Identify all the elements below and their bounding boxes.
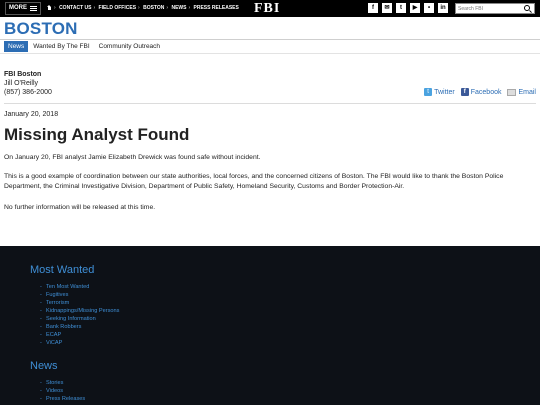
tab-news[interactable]: News [4, 41, 29, 52]
footer-link[interactable]: Terrorism [40, 299, 119, 307]
tab-community-outreach[interactable]: Community Outreach [95, 41, 164, 52]
search-box [455, 3, 535, 14]
footer-link[interactable]: ECAP [40, 331, 119, 339]
share-email-link[interactable]: Email [507, 88, 536, 96]
share-twitter-link[interactable]: t Twitter [424, 88, 455, 96]
twitter-icon[interactable]: t [396, 3, 406, 13]
email-icon[interactable]: ✉ [382, 3, 392, 13]
section-tabs: News Wanted By The FBI Community Outreac… [4, 41, 164, 52]
share-facebook-label: Facebook [470, 88, 502, 96]
flickr-icon[interactable]: • [424, 3, 434, 13]
top-nav-bar: MORE › CONTACT US › FIELD OFFICES › BOSTON… [0, 0, 540, 17]
divider [4, 103, 536, 104]
hamburger-icon [30, 6, 37, 11]
footer-link[interactable]: Stories [40, 379, 85, 387]
breadcrumb: › CONTACT US › FIELD OFFICES › BOSTON › NEW… [47, 5, 241, 11]
youtube-icon[interactable]: ▶ [410, 3, 420, 13]
facebook-icon[interactable]: f [368, 3, 378, 13]
breadcrumb-news[interactable]: NEWS [171, 5, 186, 11]
footer-heading-most-wanted[interactable]: Most Wanted [30, 264, 94, 276]
divider [0, 53, 540, 54]
fbi-logo[interactable]: FBI [254, 1, 280, 17]
footer-most-wanted-list: Ten Most Wanted Fugitives Terrorism Kidn… [40, 283, 119, 347]
article-paragraph: On January 20, FBI analyst Jamie Elizabe… [4, 154, 261, 161]
more-label: MORE [9, 5, 27, 11]
twitter-icon: t [424, 88, 433, 96]
home-icon[interactable] [47, 5, 52, 10]
footer-link[interactable]: ViCAP [40, 339, 119, 347]
article-paragraph: No further information will be released … [4, 204, 156, 211]
more-menu-button[interactable]: MORE [5, 2, 41, 15]
email-icon [507, 88, 517, 96]
article-date: January 20, 2018 [4, 111, 59, 118]
page-title[interactable]: BOSTON [4, 19, 78, 39]
search-input[interactable] [458, 4, 522, 13]
footer-link[interactable]: Seeking Information [40, 315, 119, 323]
share-email-label: Email [518, 88, 536, 96]
contact-name: Jill O'Reilly [4, 80, 39, 87]
search-icon[interactable] [524, 5, 530, 11]
share-facebook-link[interactable]: f Facebook [460, 88, 502, 96]
footer-link[interactable]: Kidnappings/Missing Persons [40, 307, 119, 315]
share-links: t Twitter f Facebook Email [424, 88, 536, 96]
footer-news-list: Stories Videos Press Releases [40, 379, 85, 403]
office-name: FBI Boston [4, 71, 42, 78]
article-title: Missing Analyst Found [4, 125, 190, 144]
breadcrumb-field-offices[interactable]: FIELD OFFICES [99, 5, 137, 11]
breadcrumb-press-releases[interactable]: PRESS RELEASES [194, 5, 239, 11]
divider [0, 39, 540, 40]
contact-phone: (857) 386-2000 [4, 89, 52, 96]
tab-wanted-by-the-fbi[interactable]: Wanted By The FBI [29, 41, 93, 52]
linkedin-icon[interactable]: in [438, 3, 448, 13]
share-twitter-label: Twitter [434, 88, 455, 96]
social-links: f ✉ t ▶ • in [368, 3, 448, 13]
footer-link[interactable]: Fugitives [40, 291, 119, 299]
breadcrumb-boston[interactable]: BOSTON [143, 5, 164, 11]
article-paragraph: This is a good example of coordination b… [4, 173, 504, 190]
footer-link[interactable]: Videos [40, 387, 85, 395]
breadcrumb-contact-us[interactable]: CONTACT US [59, 5, 91, 11]
footer-heading-news[interactable]: News [30, 360, 58, 372]
footer-link[interactable]: Press Releases [40, 395, 85, 403]
facebook-icon: f [460, 88, 469, 96]
footer-link[interactable]: Bank Robbers [40, 323, 119, 331]
footer-link[interactable]: Ten Most Wanted [40, 283, 119, 291]
